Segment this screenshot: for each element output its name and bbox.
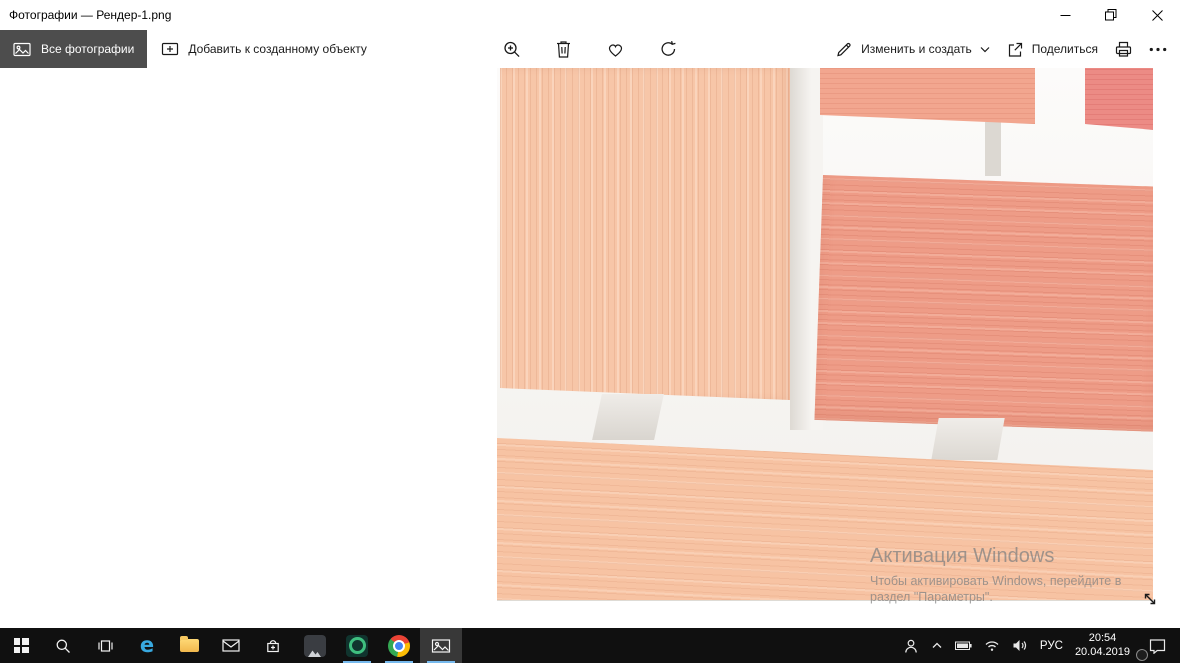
minimize-button[interactable]: [1042, 0, 1088, 30]
chevron-down-icon: [980, 46, 990, 53]
person-icon: [903, 638, 919, 654]
chrome-browser-icon[interactable]: [378, 628, 420, 663]
share-icon: [1006, 41, 1024, 58]
windows-logo-icon: [13, 638, 29, 653]
mail-app-icon[interactable]: [210, 628, 252, 663]
file-explorer-icon[interactable]: [168, 628, 210, 663]
add-to-creation-label: Добавить к созданному объекту: [188, 42, 367, 56]
battery-icon: [954, 640, 972, 651]
photo-panel: [497, 438, 1153, 600]
all-photos-label: Все фотографии: [41, 42, 135, 56]
share-label: Поделиться: [1031, 42, 1098, 56]
minimize-icon: [1060, 10, 1071, 21]
chevron-up-icon: [931, 641, 943, 650]
rotate-icon: [659, 39, 679, 59]
network-tray-button[interactable]: [984, 639, 1000, 652]
photo-panel: [820, 68, 1035, 124]
volume-tray-button[interactable]: [1012, 639, 1028, 652]
photos-app-window: Фотографии — Рендер-1.png Все фотографии: [0, 0, 1180, 663]
hidden-icons-button[interactable]: [931, 641, 943, 650]
notification-bubble-icon: [1149, 638, 1166, 654]
taskbar-search-button[interactable]: [42, 628, 84, 663]
edge-browser-icon[interactable]: e: [126, 628, 168, 663]
photos-logo-icon: [431, 638, 451, 654]
photo-panel: [814, 175, 1153, 432]
heart-icon: [606, 40, 626, 58]
zoom-in-icon: [502, 39, 522, 59]
people-tray-button[interactable]: [903, 638, 919, 654]
envelope-icon: [222, 639, 240, 652]
start-button[interactable]: [0, 628, 42, 663]
close-icon: [1151, 9, 1163, 21]
system-tray: РУС 20:54 20.04.2019: [903, 628, 1180, 663]
language-indicator[interactable]: РУС: [1040, 640, 1063, 652]
close-button[interactable]: [1134, 0, 1180, 30]
edit-pencil-icon: [835, 40, 853, 58]
view-tools: [502, 30, 679, 68]
share-button[interactable]: Поделиться: [1006, 41, 1098, 58]
more-dots-icon: [1149, 47, 1167, 52]
search-icon: [55, 638, 71, 654]
add-to-creation-button[interactable]: Добавить к созданному объекту: [147, 30, 381, 68]
edit-create-label: Изменить и создать: [861, 42, 972, 56]
circle-app-icon: [346, 634, 368, 657]
window-controls: [1042, 0, 1180, 30]
delete-button[interactable]: [555, 39, 573, 59]
toolbar: Все фотографии Добавить к созданному объ…: [0, 30, 1180, 68]
printer-icon: [1114, 40, 1133, 58]
restore-icon: [1105, 9, 1117, 21]
edge-logo-icon: e: [139, 633, 155, 657]
time-text: 20:54: [1088, 631, 1117, 644]
date-text: 20.04.2019: [1074, 645, 1130, 658]
zoom-button[interactable]: [502, 39, 522, 59]
shopping-bag-icon: [265, 638, 281, 653]
notification-badge: [1136, 649, 1148, 661]
task-view-icon: [97, 638, 114, 654]
graphics-app-icon: [304, 634, 326, 657]
rotate-button[interactable]: [659, 39, 679, 59]
photo-panel: [500, 68, 790, 400]
restore-button[interactable]: [1088, 0, 1134, 30]
photo-panel: [1085, 68, 1153, 130]
battery-tray-button[interactable]: [954, 640, 972, 651]
photo-gap: [592, 394, 664, 440]
fullscreen-toggle-button[interactable]: [1140, 589, 1160, 609]
all-photos-button[interactable]: Все фотографии: [0, 30, 148, 68]
diagonal-resize-icon: [1141, 590, 1159, 608]
store-app-icon[interactable]: [252, 628, 294, 663]
window-title: Фотографии — Рендер-1.png: [9, 8, 172, 22]
action-center-button[interactable]: [1136, 628, 1172, 663]
photo-render: [497, 68, 1153, 601]
print-button[interactable]: [1114, 40, 1133, 58]
clock[interactable]: 20:54 20.04.2019: [1075, 632, 1130, 660]
folder-icon: [179, 636, 199, 652]
pinned-app-2-icon[interactable]: [336, 628, 378, 663]
pinned-app-1-icon[interactable]: [294, 628, 336, 663]
favorite-button[interactable]: [606, 40, 626, 58]
photo-collection-icon: [13, 41, 31, 57]
trash-icon: [555, 39, 573, 59]
taskbar: e РУС 20:54 20.04.2019: [0, 628, 1180, 663]
photo-canvas[interactable]: Активация Windows Чтобы активировать Win…: [0, 68, 1180, 628]
edit-tools: Изменить и создать Поделиться: [835, 30, 1180, 68]
wifi-icon: [984, 639, 1000, 652]
speaker-icon: [1012, 639, 1028, 652]
photos-app-icon[interactable]: [420, 628, 462, 663]
photo-gap: [931, 418, 1005, 460]
photo-gap: [985, 122, 1001, 176]
chrome-logo-icon: [388, 634, 410, 657]
titlebar: Фотографии — Рендер-1.png: [0, 0, 1180, 30]
edit-create-button[interactable]: Изменить и создать: [835, 40, 990, 58]
more-button[interactable]: [1149, 47, 1167, 52]
task-view-button[interactable]: [84, 628, 126, 663]
add-to-album-icon: [161, 41, 179, 57]
